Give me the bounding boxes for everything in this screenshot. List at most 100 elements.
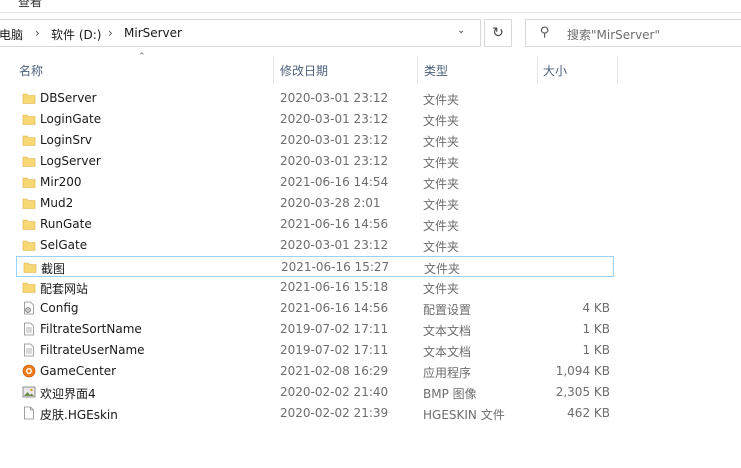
file-date: 2020-02-02 21:40 <box>280 385 389 399</box>
file-type: 文件夹 <box>423 219 460 233</box>
folder-icon <box>22 217 36 231</box>
file-row[interactable]: SelGate 2020-03-01 23:12 文件夹 <box>16 235 614 256</box>
file-type: 文件夹 <box>423 135 460 149</box>
file-type: 文件夹 <box>423 198 460 212</box>
text-file-icon <box>22 322 36 336</box>
column-divider[interactable] <box>417 56 418 84</box>
file-name: FiltrateSortName <box>40 322 142 336</box>
folder-icon <box>22 280 36 294</box>
file-row[interactable]: 皮肤.HGEskin 2020-02-02 21:39 HGESKIN 文件 4… <box>16 403 614 424</box>
folder-icon <box>22 112 36 126</box>
column-header-date[interactable]: 修改日期 <box>280 62 328 79</box>
file-row[interactable]: 截图 2021-06-16 15:27 文件夹 <box>16 256 614 277</box>
file-date: 2020-02-02 21:39 <box>280 406 389 420</box>
file-type: 应用程序 <box>423 366 472 380</box>
file-date: 2020-03-01 23:12 <box>280 133 389 147</box>
text-file-icon <box>22 343 36 357</box>
file-date: 2021-06-16 15:27 <box>281 260 390 274</box>
folder-icon <box>22 196 36 210</box>
folder-icon <box>22 133 36 147</box>
breadcrumb-mirserver[interactable]: MirServer <box>124 26 182 40</box>
column-header-name[interactable]: 名称 <box>19 62 43 79</box>
file-date: 2021-06-16 14:56 <box>280 301 389 315</box>
file-row[interactable]: RunGate 2021-06-16 14:56 文件夹 <box>16 214 614 235</box>
file-row[interactable]: LoginGate 2020-03-01 23:12 文件夹 <box>16 109 614 130</box>
file-date: 2021-02-08 16:29 <box>280 364 389 378</box>
sort-ascending-icon: ⌃ <box>138 52 146 62</box>
file-name: LoginSrv <box>40 133 93 147</box>
file-row[interactable]: 欢迎界面4 2020-02-02 21:40 BMP 图像 2,305 KB <box>16 382 614 403</box>
column-header-type[interactable]: 类型 <box>424 62 448 79</box>
file-date: 2021-06-16 15:18 <box>280 280 389 294</box>
breadcrumb-drive-d[interactable]: 软件 (D:) <box>51 26 101 43</box>
blank-file-icon <box>22 406 36 420</box>
file-name: Mir200 <box>40 175 82 189</box>
file-row[interactable]: 配套网站 2021-06-16 15:18 文件夹 <box>16 277 614 298</box>
chevron-down-icon[interactable]: ⌄ <box>457 25 465 36</box>
file-name: Mud2 <box>40 196 74 210</box>
column-divider[interactable] <box>537 56 538 84</box>
folder-icon <box>22 154 36 168</box>
file-name: 配套网站 <box>40 282 89 296</box>
file-row[interactable]: FiltrateUserName 2019-07-02 17:11 文本文档 1… <box>16 340 614 361</box>
file-size: 1 KB <box>582 322 610 336</box>
file-name: LogServer <box>40 154 101 168</box>
view-tab[interactable]: 查看 <box>18 0 42 10</box>
file-date: 2021-06-16 14:54 <box>280 175 389 189</box>
file-type: BMP 图像 <box>423 387 477 401</box>
app-icon <box>22 364 36 378</box>
file-row[interactable]: Mir200 2021-06-16 14:54 文件夹 <box>16 172 614 193</box>
folder-icon <box>22 175 36 189</box>
file-type: 文件夹 <box>424 262 461 276</box>
column-divider[interactable] <box>617 56 618 84</box>
file-size: 1,094 KB <box>555 364 610 378</box>
file-date: 2021-06-16 14:56 <box>280 217 389 231</box>
file-row[interactable]: LogServer 2020-03-01 23:12 文件夹 <box>16 151 614 172</box>
file-date: 2019-07-02 17:11 <box>280 322 389 336</box>
file-type: 文本文档 <box>423 345 472 359</box>
folder-icon <box>23 260 37 274</box>
refresh-button[interactable]: ↻ <box>484 19 512 47</box>
file-row[interactable]: LoginSrv 2020-03-01 23:12 文件夹 <box>16 130 614 151</box>
file-date: 2020-03-01 23:12 <box>280 112 389 126</box>
search-input[interactable]: ⚲ 搜索"MirServer" <box>525 19 741 47</box>
file-date: 2020-03-01 23:12 <box>280 91 389 105</box>
file-name: FiltrateUserName <box>40 343 145 357</box>
file-name: GameCenter <box>40 364 117 378</box>
file-date: 2020-03-28 2:01 <box>280 196 381 210</box>
column-header-size[interactable]: 大小 <box>543 62 567 79</box>
file-type: 文件夹 <box>423 156 460 170</box>
file-name: RunGate <box>40 217 92 231</box>
file-row[interactable]: Config 2021-06-16 14:56 配置设置 4 KB <box>16 298 614 319</box>
file-name: LoginGate <box>40 112 102 126</box>
file-name: DBServer <box>40 91 97 105</box>
file-name: 皮肤.HGEskin <box>40 408 118 422</box>
breadcrumb-this-pc[interactable]: 电脑 <box>0 26 23 43</box>
file-date: 2020-03-01 23:12 <box>280 154 389 168</box>
folder-icon <box>22 238 36 252</box>
file-type: HGESKIN 文件 <box>423 408 505 422</box>
address-bar[interactable]: 电脑 › 软件 (D:) › MirServer ⌄ <box>0 19 481 47</box>
file-name: 截图 <box>41 262 66 276</box>
file-size: 1 KB <box>582 343 610 357</box>
file-size: 462 KB <box>567 406 610 420</box>
breadcrumb-separator-icon[interactable]: › <box>35 26 40 40</box>
file-date: 2020-03-01 23:12 <box>280 238 389 252</box>
file-row[interactable]: Mud2 2020-03-28 2:01 文件夹 <box>16 193 614 214</box>
file-row[interactable]: GameCenter 2021-02-08 16:29 应用程序 1,094 K… <box>16 361 614 382</box>
column-divider[interactable] <box>273 56 274 84</box>
file-type: 文件夹 <box>423 114 460 128</box>
file-type: 文件夹 <box>423 282 460 296</box>
refresh-icon: ↻ <box>492 25 504 41</box>
folder-icon <box>22 91 36 105</box>
config-file-icon <box>22 301 36 315</box>
column-headers: ⌃ 名称 修改日期 类型 大小 <box>0 52 741 84</box>
file-type: 文件夹 <box>423 93 460 107</box>
breadcrumb-separator-icon[interactable]: › <box>108 26 113 40</box>
file-row[interactable]: FiltrateSortName 2019-07-02 17:11 文本文档 1… <box>16 319 614 340</box>
file-row[interactable]: DBServer 2020-03-01 23:12 文件夹 <box>16 88 614 109</box>
search-placeholder: 搜索"MirServer" <box>567 28 661 42</box>
file-type: 文件夹 <box>423 177 460 191</box>
search-icon: ⚲ <box>540 25 550 40</box>
file-name: SelGate <box>40 238 88 252</box>
